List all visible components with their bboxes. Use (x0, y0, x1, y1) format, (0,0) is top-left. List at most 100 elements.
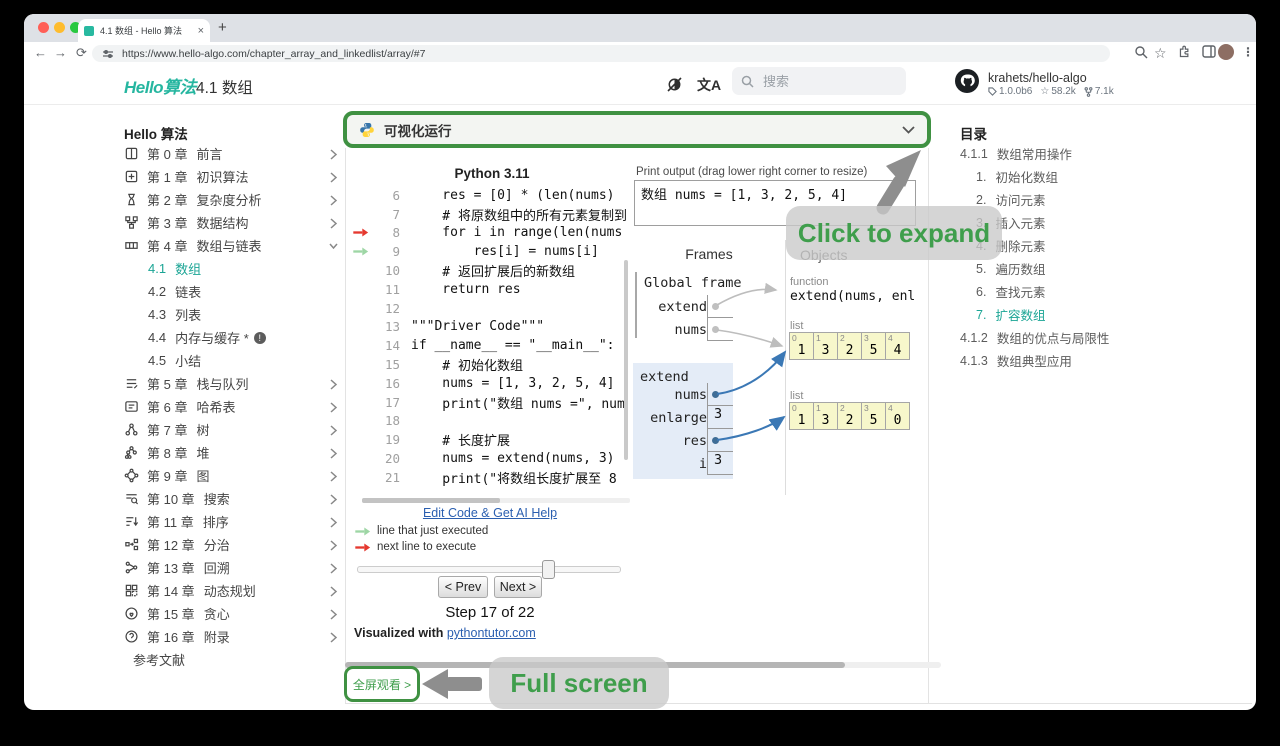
extensions-icon[interactable] (1178, 45, 1192, 59)
code-pane: 6 res = [0] * (len(nums)7 # 将原数组中的所有元素复制… (350, 186, 630, 500)
side-panel-icon[interactable] (1202, 45, 1216, 58)
toc-item-4.1.2[interactable]: 4.1.2数组的优点与局限性 (960, 326, 1190, 349)
sidebar-item-第9章[interactable]: 第 9 章图 (124, 464, 340, 487)
sidebar-item-第4章[interactable]: 第 4 章数组与链表 (124, 234, 340, 257)
sidebar-item-第14章[interactable]: 第 14 章动态规划 (124, 579, 340, 602)
traffic-close-button[interactable] (38, 22, 49, 33)
chevron-right-icon[interactable] (329, 378, 338, 394)
chevron-right-icon[interactable] (329, 401, 338, 417)
code-text: if __name__ == "__main__": (411, 338, 615, 353)
line-number: 20 (374, 451, 400, 466)
step-slider-thumb[interactable] (542, 560, 555, 579)
reference-arrows (604, 234, 934, 474)
site-logo[interactable]: Hello算法 (124, 73, 196, 98)
line-number: 8 (374, 225, 400, 240)
step-slider-track[interactable] (357, 566, 621, 573)
code-text: print("将数组长度扩展至 8 (411, 468, 617, 487)
new-tab-button[interactable]: + (218, 19, 227, 36)
chevron-right-icon[interactable] (329, 217, 338, 233)
sidebar-item-第8章[interactable]: 第 8 章堆 (124, 441, 340, 464)
chevron-right-icon[interactable] (329, 194, 338, 210)
pythontutor-link[interactable]: pythontutor.com (447, 626, 536, 640)
tab-close-icon[interactable]: × (198, 25, 204, 37)
sidebar-item-第12章[interactable]: 第 12 章分治 (124, 533, 340, 556)
code-text: print("数组 nums =", num (411, 393, 625, 412)
visualizer-panel-header[interactable]: 可视化运行 (343, 111, 931, 148)
sidebar-item-4.5[interactable]: 4.5小结 (124, 349, 340, 372)
search-input[interactable] (761, 73, 885, 90)
zoom-icon[interactable] (1134, 45, 1148, 59)
back-icon[interactable]: ← (34, 45, 47, 60)
chevron-right-icon[interactable] (329, 608, 338, 624)
sidebar-item-第3章[interactable]: 第 3 章数据结构 (124, 211, 340, 234)
browser-tab[interactable]: 4.1 数组 - Hello 算法 × (78, 19, 210, 42)
chevron-right-icon[interactable] (329, 562, 338, 578)
reload-icon[interactable]: ⟳ (76, 45, 87, 61)
tag-icon (988, 87, 997, 96)
chevron-right-icon[interactable] (329, 631, 338, 647)
toc-item-6[interactable]: 6.查找元素 (960, 280, 1190, 303)
sidebar-item-第1章[interactable]: 第 1 章初识算法 (124, 165, 340, 188)
hash-icon (124, 399, 140, 415)
sidebar-nav: 第 0 章前言第 1 章初识算法第 2 章复杂度分析第 3 章数据结构第 4 章… (124, 142, 340, 671)
sidebar-item-第2章[interactable]: 第 2 章复杂度分析 (124, 188, 340, 211)
chevron-right-icon[interactable] (329, 493, 338, 509)
sidebar-item-4.1[interactable]: 4.1数组 (124, 257, 340, 280)
line-number: 19 (374, 432, 400, 447)
sidebar-item-第16章[interactable]: 第 16 章附录 (124, 625, 340, 648)
search-box[interactable] (732, 67, 906, 95)
code-horizontal-scrollbar[interactable] (362, 498, 500, 503)
chevron-right-icon[interactable] (329, 470, 338, 486)
book-icon (124, 146, 140, 162)
sidebar-item-第0章[interactable]: 第 0 章前言 (124, 142, 340, 165)
chevron-right-icon[interactable] (329, 424, 338, 440)
prev-button[interactable]: < Prev (438, 576, 488, 598)
chevron-right-icon[interactable] (329, 447, 338, 463)
line-number: 16 (374, 376, 400, 391)
translate-icon[interactable]: 文A (697, 75, 721, 95)
forward-icon[interactable]: → (54, 45, 67, 60)
toc-item-7[interactable]: 7.扩容数组 (960, 303, 1190, 326)
sidebar-item-4.2[interactable]: 4.2链表 (124, 280, 340, 303)
sidebar-item-4.3[interactable]: 4.3列表 (124, 303, 340, 326)
site-info-icon[interactable] (102, 48, 114, 60)
sidebar-item-第11章[interactable]: 第 11 章排序 (124, 510, 340, 533)
sidebar-item-第15章[interactable]: 第 15 章贪心 (124, 602, 340, 625)
traffic-minimize-button[interactable] (54, 22, 65, 33)
repo-name[interactable]: krahets/hello-algo (988, 71, 1087, 85)
page-title: 4.1 数组 (196, 76, 253, 98)
sidebar-item-第13章[interactable]: 第 13 章回溯 (124, 556, 340, 579)
toc-item-1[interactable]: 1.初始化数组 (960, 165, 1190, 188)
sidebar-item-第10章[interactable]: 第 10 章搜索 (124, 487, 340, 510)
line-number: 6 (374, 188, 400, 203)
toc-item-4.1.3[interactable]: 4.1.3数组典型应用 (960, 349, 1190, 372)
theme-toggle-icon[interactable] (665, 75, 684, 94)
sidebar-item-第5章[interactable]: 第 5 章栈与队列 (124, 372, 340, 395)
code-text: res = [0] * (len(nums) (411, 188, 615, 203)
chevron-right-icon[interactable] (329, 585, 338, 601)
chevron-down-icon[interactable] (329, 240, 338, 256)
url-bar[interactable]: https://www.hello-algo.com/chapter_array… (92, 45, 1110, 62)
chevron-right-icon[interactable] (329, 539, 338, 555)
repo-version: 1.0.0b6 (988, 86, 1032, 97)
browser-menu-icon[interactable]: ⋮ (1242, 45, 1254, 59)
profile-avatar[interactable] (1218, 44, 1234, 60)
chevron-right-icon[interactable] (329, 148, 338, 164)
code-text: # 初始化数组 (411, 355, 523, 374)
next-button[interactable]: Next > (494, 576, 542, 598)
line-number: 7 (374, 207, 400, 222)
sidebar-item-4.4[interactable]: 4.4内存与缓存 *! (124, 326, 340, 349)
fullscreen-button[interactable]: 全屏观看 > (344, 666, 420, 702)
toc-item-4.1.1[interactable]: 4.1.1数组常用操作 (960, 142, 1190, 165)
toc-item-5[interactable]: 5.遍历数组 (960, 257, 1190, 280)
chevron-down-icon[interactable] (902, 126, 915, 134)
chevron-right-icon[interactable] (329, 171, 338, 187)
github-octocat-icon[interactable] (954, 68, 980, 94)
sidebar-item-参考文献[interactable]: 参考文献 (124, 648, 340, 671)
chevron-right-icon[interactable] (329, 516, 338, 532)
sidebar-item-第6章[interactable]: 第 6 章哈希表 (124, 395, 340, 418)
sidebar-item-第7章[interactable]: 第 7 章树 (124, 418, 340, 441)
code-text: nums = [1, 3, 2, 5, 4] (411, 376, 615, 391)
bookmark-star-icon[interactable]: ☆ (1154, 45, 1167, 62)
edit-code-link[interactable]: Edit Code & Get AI Help (423, 506, 557, 520)
